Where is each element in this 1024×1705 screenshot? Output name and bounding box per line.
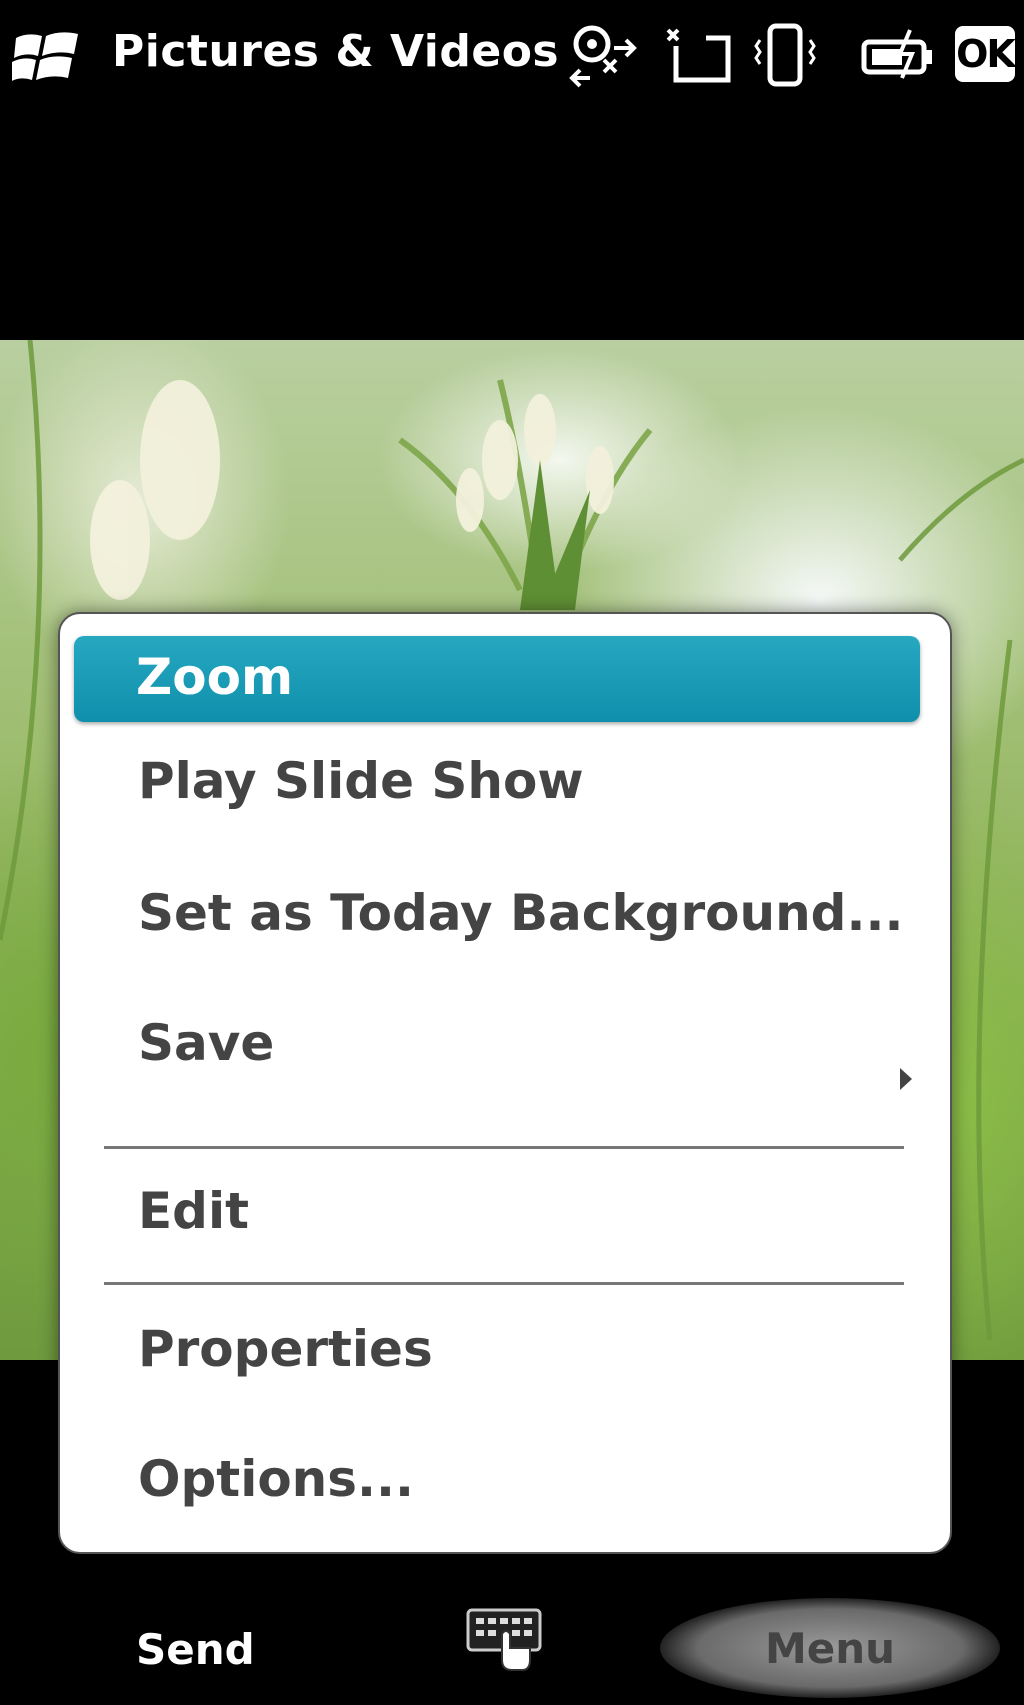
- keyboard-input-icon[interactable]: [466, 1608, 546, 1672]
- title-bar: Pictures & Videos OK: [0, 0, 1024, 110]
- menu-item-label: Zoom: [136, 648, 294, 706]
- menu-item-set-as-today-background[interactable]: Set as Today Background...: [138, 884, 903, 942]
- menu-softkey-label: Menu: [764, 1623, 896, 1673]
- menu-item-options[interactable]: Options...: [138, 1450, 414, 1508]
- app-title: Pictures & Videos: [112, 26, 560, 77]
- windows-start-icon[interactable]: [12, 24, 82, 88]
- context-menu: Zoom Play Slide Show Set as Today Backgr…: [58, 612, 952, 1554]
- no-sim-icon: [666, 28, 731, 83]
- menu-item-play-slide-show[interactable]: Play Slide Show: [138, 752, 584, 810]
- menu-item-save[interactable]: Save: [138, 1014, 274, 1072]
- menu-separator: [104, 1282, 904, 1285]
- ok-button[interactable]: OK: [955, 26, 1016, 82]
- menu-separator: [104, 1146, 904, 1149]
- vibrate-icon: [754, 23, 816, 87]
- signal-roaming-icon[interactable]: [568, 20, 640, 90]
- send-softkey[interactable]: Send: [136, 1625, 255, 1674]
- menu-item-zoom[interactable]: Zoom: [74, 636, 920, 722]
- menu-softkey[interactable]: Menu: [660, 1598, 1000, 1698]
- battery-charging-icon: [861, 29, 932, 79]
- menu-item-properties[interactable]: Properties: [138, 1320, 433, 1378]
- submenu-arrow-icon: [900, 1068, 912, 1090]
- menu-item-edit[interactable]: Edit: [138, 1182, 249, 1240]
